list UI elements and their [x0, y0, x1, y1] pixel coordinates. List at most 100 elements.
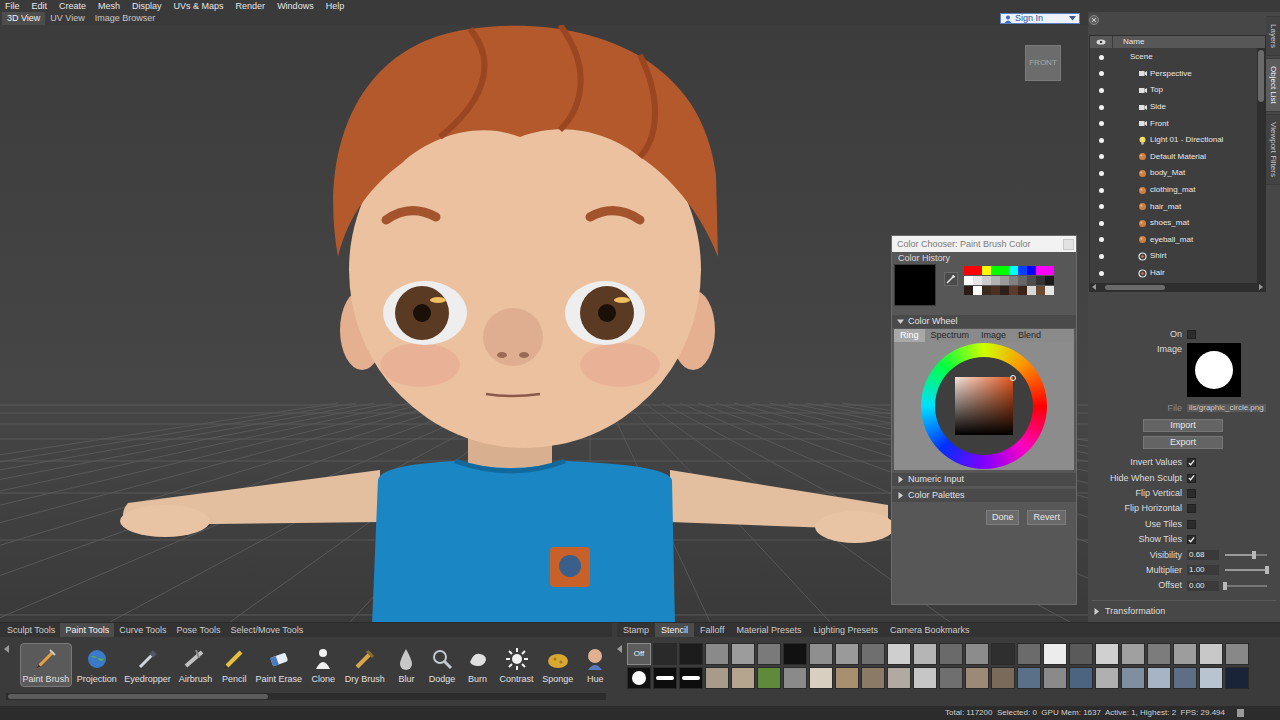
stencil-thumbnail[interactable] [1173, 643, 1197, 665]
tool-scrollbar[interactable] [6, 693, 606, 700]
stencil-button[interactable]: Export [1143, 436, 1223, 449]
stencil-thumbnail[interactable] [731, 643, 755, 665]
history-swatch[interactable] [1036, 266, 1045, 275]
history-swatch[interactable] [1018, 266, 1027, 275]
tray-tab[interactable]: Stencil [655, 623, 694, 637]
stencil-thumbnail[interactable] [679, 667, 703, 689]
stencil-thumbnail[interactable] [1173, 667, 1197, 689]
checkbox[interactable] [1187, 458, 1196, 467]
stencil-thumbnail[interactable] [757, 667, 781, 689]
visibility-toggle[interactable] [1099, 188, 1104, 193]
stencil-thumbnail[interactable] [1147, 643, 1171, 665]
current-color-swatch[interactable] [894, 264, 936, 306]
stencil-thumbnail[interactable] [913, 667, 937, 689]
stencil-thumbnail[interactable] [1043, 643, 1067, 665]
stencil-thumbnail[interactable] [1199, 643, 1223, 665]
stencil-button[interactable]: Import [1143, 419, 1223, 432]
history-swatch[interactable] [1018, 276, 1027, 285]
visibility-toggle[interactable] [1099, 138, 1104, 143]
menu-item[interactable]: Edit [32, 2, 48, 11]
menu-item[interactable]: Windows [277, 2, 314, 11]
history-swatch[interactable] [1009, 276, 1018, 285]
stencil-thumbnail[interactable] [913, 643, 937, 665]
tree-row[interactable]: Scene [1090, 49, 1257, 66]
slider-track[interactable] [1225, 585, 1267, 587]
stencil-thumbnail[interactable] [861, 643, 885, 665]
history-swatch[interactable] [982, 266, 991, 275]
menu-item[interactable]: Display [132, 2, 162, 11]
menu-item[interactable]: Render [236, 2, 266, 11]
visibility-toggle[interactable] [1099, 171, 1104, 176]
history-swatch[interactable] [1027, 276, 1036, 285]
visibility-toggle[interactable] [1099, 121, 1104, 126]
value-field[interactable]: 0.00 [1187, 581, 1219, 591]
dialog-button[interactable]: Done [986, 510, 1020, 525]
section-header[interactable]: Color Wheel [892, 315, 1076, 328]
tree-row[interactable]: Shirt [1090, 248, 1257, 265]
tray-tab[interactable]: Material Presets [730, 623, 807, 637]
stencil-thumbnail[interactable] [1225, 667, 1249, 689]
stencil-thumbnail[interactable] [1121, 667, 1145, 689]
view-tab[interactable]: UV View [45, 12, 89, 25]
menu-item[interactable]: UVs & Maps [174, 2, 224, 11]
history-swatch[interactable] [964, 266, 973, 275]
side-tab[interactable]: Viewport Filters [1266, 114, 1280, 185]
checkbox[interactable] [1187, 474, 1196, 483]
stencil-thumbnail[interactable] [991, 667, 1015, 689]
view-tab[interactable]: Image Browser [90, 12, 161, 25]
history-swatch[interactable] [1036, 276, 1045, 285]
stencil-thumbnail[interactable] [653, 667, 677, 689]
tree-row[interactable]: Perspective [1090, 66, 1257, 83]
stencil-off-button[interactable]: Off [627, 643, 651, 665]
stencil-thumbnail[interactable] [939, 643, 963, 665]
stencil-thumbnail[interactable] [1225, 643, 1249, 665]
tree-row[interactable]: clothing_mat [1090, 182, 1257, 199]
history-swatch[interactable] [982, 286, 991, 295]
stencil-thumbnail[interactable] [1121, 643, 1145, 665]
history-swatch[interactable] [964, 286, 973, 295]
stencil-thumbnail[interactable] [809, 643, 833, 665]
visibility-toggle[interactable] [1099, 237, 1104, 242]
tool-button[interactable]: Dry Brush [342, 643, 388, 687]
saturation-value-square[interactable] [955, 377, 1013, 435]
view-tab[interactable]: 3D View [2, 12, 45, 25]
history-swatch[interactable] [1027, 266, 1036, 275]
stencil-thumbnail[interactable] [1147, 667, 1171, 689]
checkbox[interactable] [1187, 535, 1196, 544]
history-swatch[interactable] [982, 276, 991, 285]
stencil-thumbnail[interactable] [1187, 343, 1241, 397]
value-field[interactable]: 0.68 [1187, 550, 1219, 560]
tree-row[interactable]: Hair [1090, 265, 1257, 282]
visibility-toggle[interactable] [1099, 71, 1104, 76]
history-swatch[interactable] [1045, 286, 1054, 295]
tool-button[interactable]: Pencil [218, 643, 251, 687]
visibility-toggle[interactable] [1099, 204, 1104, 209]
stencil-thumbnail[interactable] [1069, 643, 1093, 665]
history-swatch[interactable] [1009, 286, 1018, 295]
stencil-thumbnail[interactable] [705, 667, 729, 689]
history-swatch[interactable] [1018, 286, 1027, 295]
tree-row[interactable]: Side [1090, 99, 1257, 116]
stencil-thumbnail[interactable] [1095, 643, 1119, 665]
tray-tab[interactable]: Falloff [694, 623, 730, 637]
history-swatch[interactable] [1000, 286, 1009, 295]
value-field[interactable]: 1.00 [1187, 565, 1219, 575]
menu-item[interactable]: File [5, 2, 20, 11]
stencil-thumbnail[interactable] [965, 643, 989, 665]
stencil-thumbnail[interactable] [705, 643, 729, 665]
menu-item[interactable]: Help [326, 2, 345, 11]
scroll-thumb[interactable] [1258, 50, 1264, 102]
stencil-thumbnail[interactable] [835, 667, 859, 689]
tray-tab[interactable]: Camera Bookmarks [884, 623, 976, 637]
vertical-scrollbar[interactable] [1257, 48, 1265, 283]
history-swatch[interactable] [964, 276, 973, 285]
view-cube[interactable]: FRONT [1025, 45, 1061, 81]
history-swatch[interactable] [1045, 266, 1054, 275]
stencil-thumbnail[interactable] [679, 643, 703, 665]
tool-button[interactable]: Clone [307, 643, 340, 687]
tool-button[interactable]: Blur [390, 643, 423, 687]
history-swatch[interactable] [991, 276, 1000, 285]
stencil-thumbnail[interactable] [1199, 667, 1223, 689]
menu-item[interactable]: Mesh [98, 2, 120, 11]
slider-handle[interactable] [1223, 582, 1227, 590]
